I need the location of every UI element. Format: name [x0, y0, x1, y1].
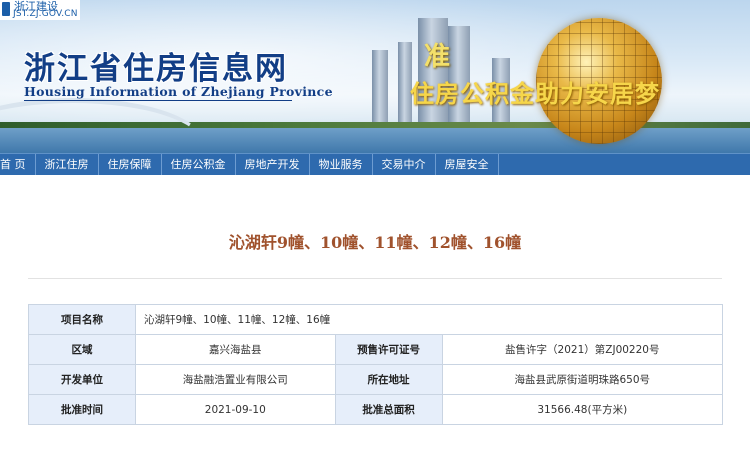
approved-area-value: 31566.48(平方米)	[441, 394, 724, 425]
logo[interactable]: 浙江建设 JST.ZJ.GOV.CN	[0, 0, 80, 20]
presale-permit-value: 盐售许字（2021）第ZJ00220号	[441, 334, 724, 365]
banner-slogan-fragment: 准	[424, 42, 451, 72]
site-title: 浙江省住房信息网	[24, 51, 288, 87]
table-row: 项目名称 沁湖轩9幢、10幢、11幢、12幢、16幢	[28, 304, 723, 335]
developer-label: 开发单位	[28, 364, 136, 395]
table-row: 区域 嘉兴海盐县 预售许可证号 盐售许字（2021）第ZJ00220号	[28, 334, 724, 365]
logo-url: JST.ZJ.GOV.CN	[13, 9, 78, 19]
logo-emblem-icon	[2, 2, 10, 16]
table-row: 批准时间 2021-09-10 批准总面积 31566.48(平方米)	[28, 394, 724, 425]
address-value: 海盐县武原街道明珠路650号	[441, 364, 724, 395]
skyscraper-image	[418, 18, 448, 128]
nav-item-real-estate[interactable]: 房地产开发	[236, 154, 310, 176]
address-label: 所在地址	[334, 364, 443, 395]
nav-item-home[interactable]: 首 页	[0, 154, 36, 176]
approval-date-value: 2021-09-10	[135, 394, 336, 425]
table-row: 开发单位 海盐融浩置业有限公司 所在地址 海盐县武原街道明珠路650号	[28, 364, 724, 395]
skyscraper-image	[372, 50, 388, 128]
presale-permit-label: 预售许可证号	[334, 334, 443, 365]
approval-date-label: 批准时间	[28, 394, 136, 425]
nav-item-housing-fund[interactable]: 住房公积金	[162, 154, 236, 176]
main-content: 沁湖轩9幢、10幢、11幢、12幢、16幢 项目名称 沁湖轩9幢、10幢、11幢…	[0, 175, 750, 450]
developer-value: 海盐融浩置业有限公司	[135, 364, 336, 395]
project-name-value: 沁湖轩9幢、10幢、11幢、12幢、16幢	[135, 304, 723, 335]
site-subtitle: Housing Information of Zhejiang Province	[24, 84, 333, 99]
subtitle-underline	[24, 100, 292, 101]
approved-area-label: 批准总面积	[334, 394, 443, 425]
project-info-table: 项目名称 沁湖轩9幢、10幢、11幢、12幢、16幢 区域 嘉兴海盐县 预售许可…	[28, 304, 724, 425]
region-label: 区域	[28, 334, 136, 365]
nav-item-housing-security[interactable]: 住房保障	[99, 154, 162, 176]
nav-item-trade-agency[interactable]: 交易中介	[373, 154, 436, 176]
project-name-label: 项目名称	[28, 304, 136, 335]
nav-item-zhejiang-housing[interactable]: 浙江住房	[36, 154, 99, 176]
page-title: 沁湖轩9幢、10幢、11幢、12幢、16幢	[228, 233, 522, 252]
divider	[28, 278, 722, 279]
header-banner: 浙江建设 JST.ZJ.GOV.CN 浙江省住房信息网 Housing Info…	[0, 0, 750, 153]
nav-item-house-safety[interactable]: 房屋安全	[436, 154, 499, 176]
banner-slogan: 住房公积金助力安居梦	[410, 80, 660, 108]
main-nav: 首 页 浙江住房 住房保障 住房公积金 房地产开发 物业服务 交易中介 房屋安全	[0, 153, 750, 176]
region-value: 嘉兴海盐县	[135, 334, 336, 365]
nav-item-property-service[interactable]: 物业服务	[310, 154, 373, 176]
